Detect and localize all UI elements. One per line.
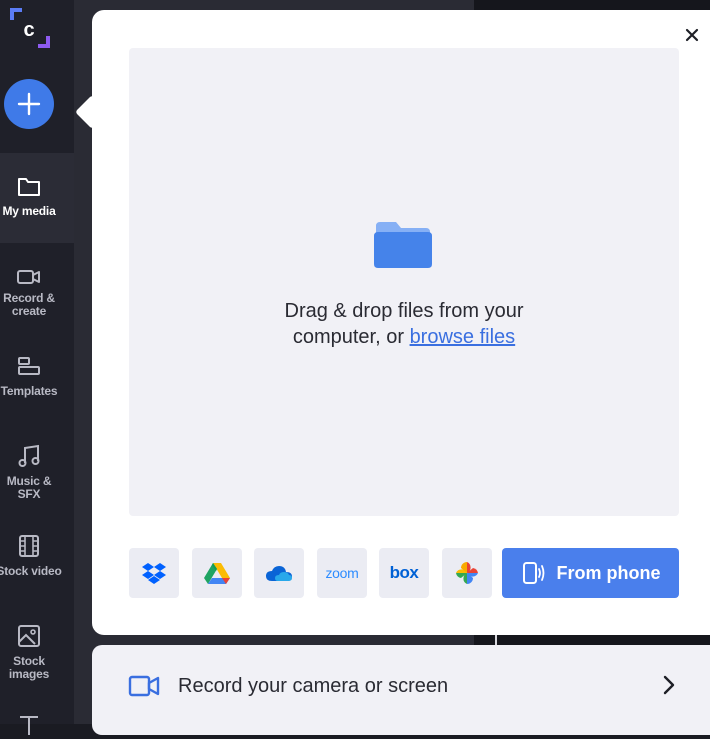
phone-icon — [522, 562, 544, 584]
dropbox-button[interactable] — [129, 548, 179, 598]
chevron-right-icon — [663, 675, 675, 695]
add-media-button[interactable] — [4, 79, 54, 129]
close-button[interactable] — [682, 25, 702, 45]
upload-popover: Drag & drop files from your computer, or… — [92, 10, 710, 635]
from-phone-button[interactable]: From phone — [502, 548, 679, 598]
record-label: Record your camera or screen — [178, 675, 449, 697]
browse-files-link[interactable]: browse files — [410, 326, 516, 348]
from-phone-label: From phone — [556, 562, 661, 583]
image-icon — [18, 625, 40, 647]
video-camera-icon — [128, 675, 160, 697]
record-camera-screen-button[interactable]: Record your camera or screen — [92, 645, 710, 735]
text-icon — [20, 716, 38, 735]
box-icon: box — [389, 563, 419, 582]
sidebar-item-music-sfx[interactable]: Music & SFX — [0, 423, 74, 513]
google-photos-icon — [456, 562, 478, 584]
sidebar: c My media Record & create Templates Mus… — [0, 0, 74, 735]
onedrive-icon — [266, 566, 292, 581]
sidebar-item-label: My media — [2, 204, 56, 218]
sidebar-item-label: Record & create — [3, 291, 55, 318]
templates-icon — [18, 357, 40, 375]
onedrive-button[interactable] — [254, 548, 304, 598]
sidebar-item-label: Music & SFX — [6, 474, 52, 501]
sidebar-item-stock-video[interactable]: Stock video — [0, 513, 74, 603]
sidebar-item-templates[interactable]: Templates — [0, 333, 74, 423]
google-drive-button[interactable] — [192, 548, 242, 598]
close-icon — [685, 28, 699, 42]
folder-icon — [374, 222, 432, 268]
zoom-button[interactable]: zoom — [317, 548, 367, 598]
zoom-icon: zoom — [325, 565, 359, 581]
google-drive-icon — [204, 562, 230, 584]
box-button[interactable]: box — [379, 548, 429, 598]
divider — [495, 635, 497, 645]
film-icon — [19, 535, 39, 557]
sidebar-item-label: Templates — [0, 384, 58, 398]
camera-icon — [17, 270, 40, 284]
dropbox-icon — [142, 563, 166, 584]
drop-instructions: Drag & drop files from your computer, or… — [129, 298, 679, 350]
sidebar-item-record-create[interactable]: Record & create — [0, 243, 74, 333]
plus-icon — [17, 92, 41, 116]
google-photos-button[interactable] — [442, 548, 492, 598]
music-icon — [18, 444, 40, 467]
file-drop-zone[interactable]: Drag & drop files from your computer, or… — [129, 48, 679, 516]
folder-icon — [18, 178, 40, 196]
sidebar-item-label: Stock video — [0, 564, 62, 578]
sidebar-item-stock-images[interactable]: Stock images — [0, 603, 74, 693]
sidebar-item-label: Stock images — [8, 654, 50, 681]
clipchamp-logo[interactable]: c — [8, 6, 52, 50]
sidebar-item-text[interactable] — [0, 693, 74, 735]
svg-text:c: c — [23, 19, 34, 41]
sidebar-item-my-media[interactable]: My media — [0, 153, 74, 243]
